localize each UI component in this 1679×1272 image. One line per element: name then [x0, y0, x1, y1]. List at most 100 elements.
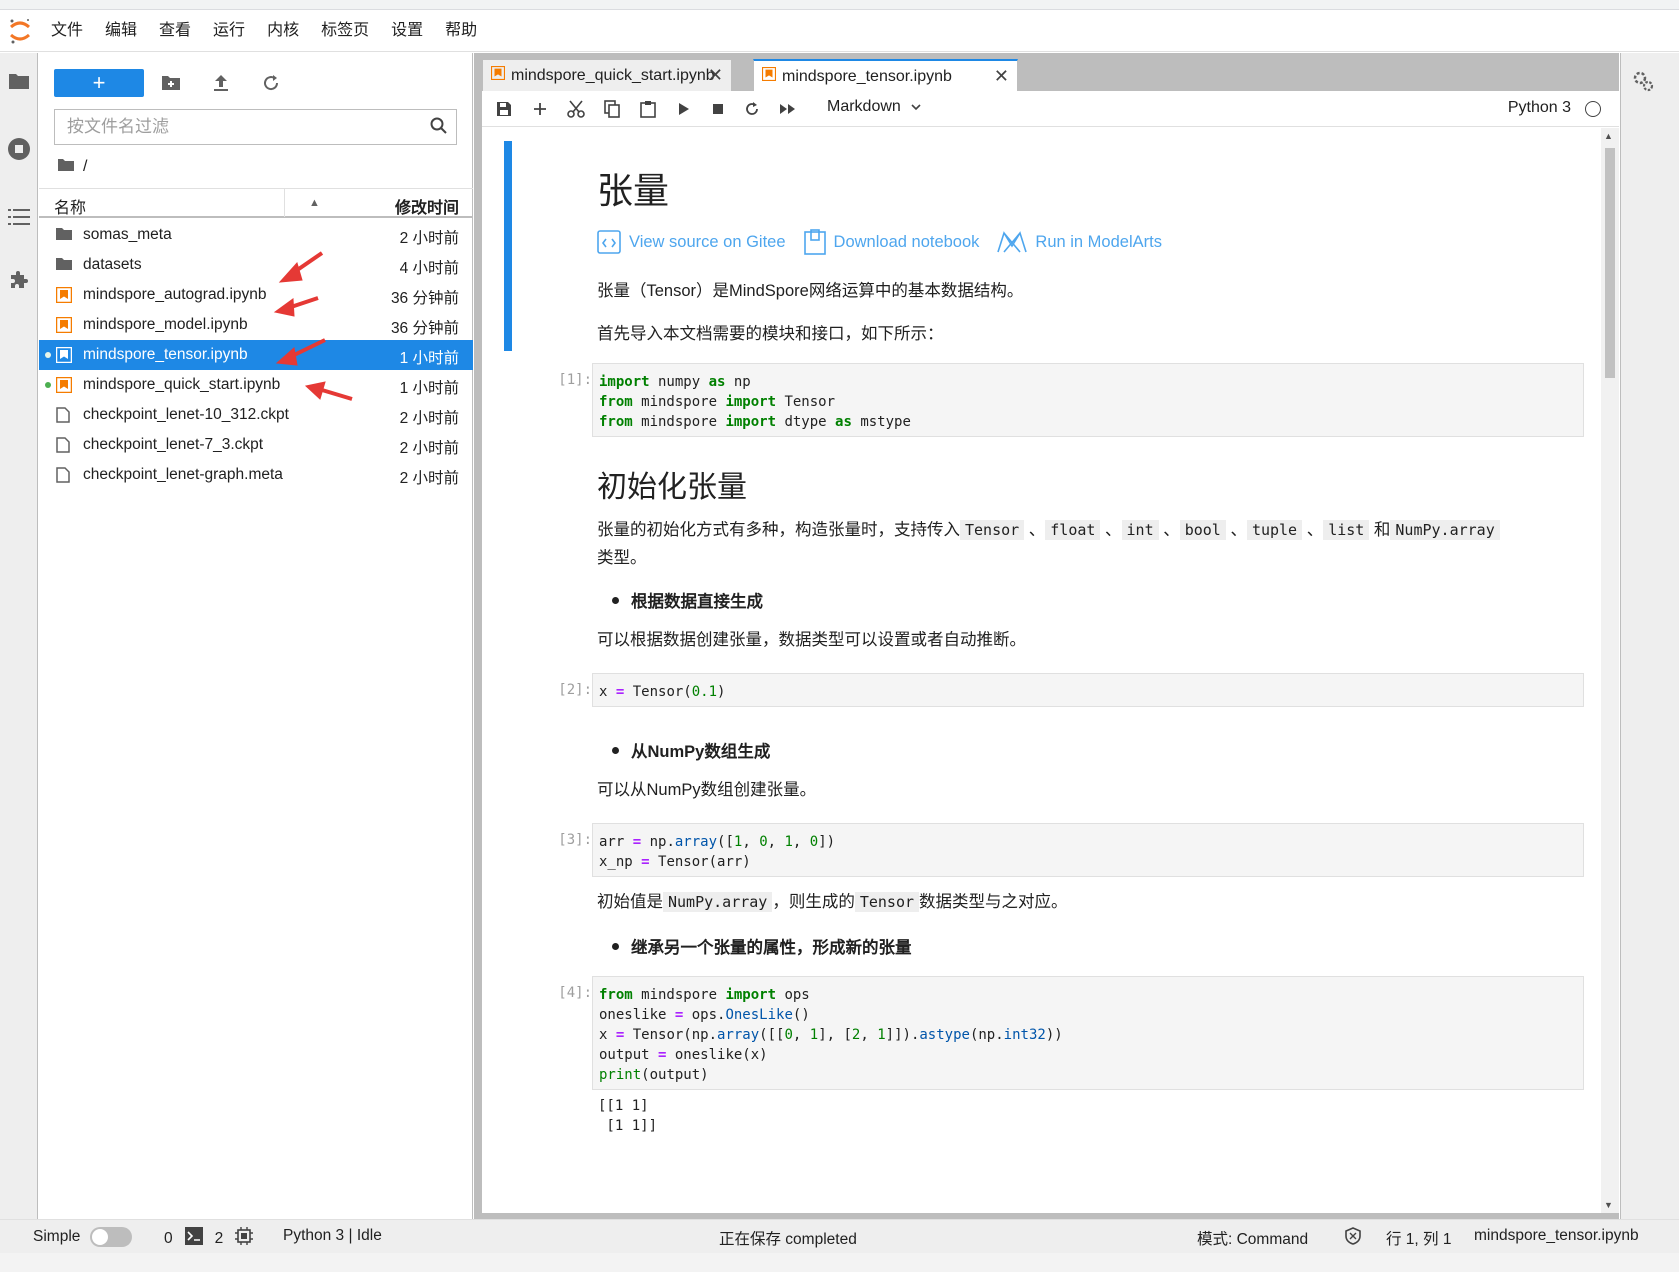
file-name: mindspore_tensor.ipynb [83, 346, 248, 363]
file-row-mindspore-quick-start[interactable]: mindspore_quick_start.ipynb 1 小时前 [39, 370, 473, 400]
terminals-count-value: 0 [164, 1229, 173, 1247]
shield-icon[interactable] [1345, 1227, 1361, 1245]
stop-icon[interactable] [706, 97, 730, 121]
new-folder-icon[interactable] [159, 71, 183, 95]
folder-icon[interactable] [57, 158, 75, 177]
tab-mindspore-tensor[interactable]: mindspore_tensor.ipynb ✕ [753, 59, 1018, 92]
paragraph-init-methods: 张量的初始化方式有多种，构造张量时，支持传入 Tensor 、 float 、 int… [597, 516, 1527, 572]
property-inspector-gear-icon[interactable] [1631, 69, 1655, 98]
scroll-down-icon[interactable]: ▼ [1604, 1200, 1613, 1210]
cell-output-4: [[1 1] [1 1]] [592, 1096, 663, 1136]
mode-indicator[interactable]: 模式: Command [1197, 1227, 1308, 1249]
file-row-checkpoint-10-312[interactable]: checkpoint_lenet-10_312.ckpt 2 小时前 [39, 400, 473, 430]
notebook-icon [55, 376, 73, 394]
text-run: 张量的初始化方式有多种，构造张量时，支持传入 [597, 521, 960, 539]
taskbar-strip [0, 1253, 1679, 1272]
code-cell-3[interactable]: arr = np.array([1, 0, 1, 0]) x_np = Tens… [592, 823, 1584, 877]
file-modified: 1 小时前 [399, 380, 459, 397]
file-filter-field[interactable] [54, 109, 457, 145]
paste-icon[interactable] [636, 97, 660, 121]
cell-prompt: [3]: [558, 832, 592, 848]
inline-code: int [1121, 520, 1159, 540]
file-row-mindspore-autograd[interactable]: mindspore_autograd.ipynb 36 分钟前 [39, 280, 473, 310]
breadcrumb: / [57, 153, 87, 181]
new-launcher-button[interactable]: + [54, 69, 144, 97]
file-icon [56, 407, 72, 423]
file-name: mindspore_autograd.ipynb [83, 286, 267, 303]
file-row-checkpoint-graph-meta[interactable]: checkpoint_lenet-graph.meta 2 小时前 [39, 460, 473, 490]
menu-view[interactable]: 查看 [148, 10, 202, 52]
cell-type-dropdown[interactable]: Markdown [827, 98, 921, 116]
kernel-name[interactable]: Python 3 [1508, 99, 1571, 117]
cursor-position[interactable]: 行 1, 列 1 [1386, 1227, 1451, 1249]
extension-puzzle-icon[interactable] [5, 266, 33, 294]
running-kernels-icon[interactable] [5, 135, 33, 163]
scroll-up-icon[interactable]: ▲ [1604, 131, 1613, 141]
menu-edit[interactable]: 编辑 [94, 10, 148, 52]
upload-icon[interactable] [209, 71, 233, 95]
kernel-chip-icon [235, 1227, 254, 1250]
vertical-scrollbar[interactable]: ▲ ▼ [1601, 128, 1619, 1213]
table-of-contents-icon[interactable] [5, 203, 33, 231]
bullet-from-numpy: 从NumPy数组生成 [612, 738, 770, 762]
menu-settings[interactable]: 设置 [380, 10, 434, 52]
file-row-mindspore-model[interactable]: mindspore_model.ipynb 36 分钟前 [39, 310, 473, 340]
cell-prompt: [1]: [558, 372, 592, 388]
inline-code: tuple [1246, 520, 1303, 540]
column-name-header[interactable]: 名称 [54, 194, 86, 218]
code-cell-1[interactable]: import numpy as np from mindspore import… [592, 363, 1584, 437]
file-modified: 2 小时前 [399, 470, 459, 487]
kernel-status[interactable]: Python 3 | Idle [283, 1227, 382, 1245]
file-name: checkpoint_lenet-graph.meta [83, 466, 283, 483]
download-notebook-link[interactable]: Download notebook [803, 229, 979, 255]
tab-mindspore-quick-start[interactable]: mindspore_quick_start.ipynb ✕ [482, 59, 732, 91]
file-modified: 36 分钟前 [390, 290, 459, 307]
bullet-dot [612, 942, 619, 950]
run-icon[interactable] [672, 97, 696, 121]
file-row-checkpoint-7-3[interactable]: checkpoint_lenet-7_3.ckpt 2 小时前 [39, 430, 473, 460]
terminals-count[interactable]: 0 2 [164, 1227, 254, 1250]
tab-label: mindspore_tensor.ipynb [782, 67, 952, 85]
file-row-mindspore-tensor[interactable]: mindspore_tensor.ipynb 1 小时前 [39, 340, 473, 370]
inline-code: Tensor [960, 520, 1025, 540]
copy-icon[interactable] [600, 97, 624, 121]
file-modified: 2 小时前 [399, 440, 459, 457]
cell-prompt: [4]: [558, 985, 592, 1001]
folder-icon[interactable] [5, 67, 33, 95]
output-line: [[1 1] [598, 1098, 649, 1114]
sort-up-icon[interactable]: ▲ [284, 189, 344, 217]
menu-tabs[interactable]: 标签页 [310, 10, 380, 52]
paragraph-numpy-dtype: 初始值是 NumPy.array ，则生成的 Tensor 数据类型与之对应。 [597, 888, 1527, 916]
kernels-count-value: 2 [214, 1229, 224, 1247]
column-modified-header[interactable]: 修改时间 [395, 194, 459, 218]
file-row-datasets[interactable]: datasets 4 小时前 [39, 250, 473, 280]
add-cell-icon[interactable] [528, 97, 552, 121]
simple-mode-toggle[interactable]: Simple [33, 1227, 133, 1247]
save-icon[interactable] [492, 97, 516, 121]
notebook-content: 张量 View source on Gitee Download noteboo… [482, 128, 1619, 1213]
menu-kernel[interactable]: 内核 [256, 10, 310, 52]
close-icon[interactable]: ✕ [708, 65, 723, 86]
menu-run[interactable]: 运行 [202, 10, 256, 52]
refresh-icon[interactable] [259, 71, 283, 95]
view-source-link[interactable]: View source on Gitee [597, 230, 786, 254]
simple-label: Simple [33, 1228, 81, 1245]
menu-help[interactable]: 帮助 [434, 10, 488, 52]
close-icon[interactable]: ✕ [994, 66, 1009, 87]
cut-icon[interactable] [564, 97, 588, 121]
toggle-switch[interactable] [90, 1227, 133, 1247]
restart-icon[interactable] [740, 97, 764, 121]
current-filename: mindspore_tensor.ipynb [1474, 1227, 1639, 1244]
scroll-thumb[interactable] [1605, 148, 1615, 378]
file-row-somas-meta[interactable]: somas_meta 2 小时前 [39, 220, 473, 250]
run-in-modelarts-link[interactable]: Run in ModelArts [997, 231, 1162, 253]
code-cell-2[interactable]: x = Tensor(0.1) [592, 673, 1584, 707]
file-filter-input[interactable] [55, 110, 415, 144]
paragraph-intro: 张量（Tensor）是MindSpore网络运算中的基本数据结构。 [597, 282, 1024, 300]
code-cell-4[interactable]: from mindspore import ops oneslike = ops… [592, 976, 1584, 1090]
fast-forward-icon[interactable] [776, 97, 800, 121]
breadcrumb-root[interactable]: / [83, 158, 87, 176]
menu-file[interactable]: 文件 [40, 10, 94, 52]
file-name: checkpoint_lenet-10_312.ckpt [83, 406, 289, 423]
search-icon [430, 117, 448, 140]
